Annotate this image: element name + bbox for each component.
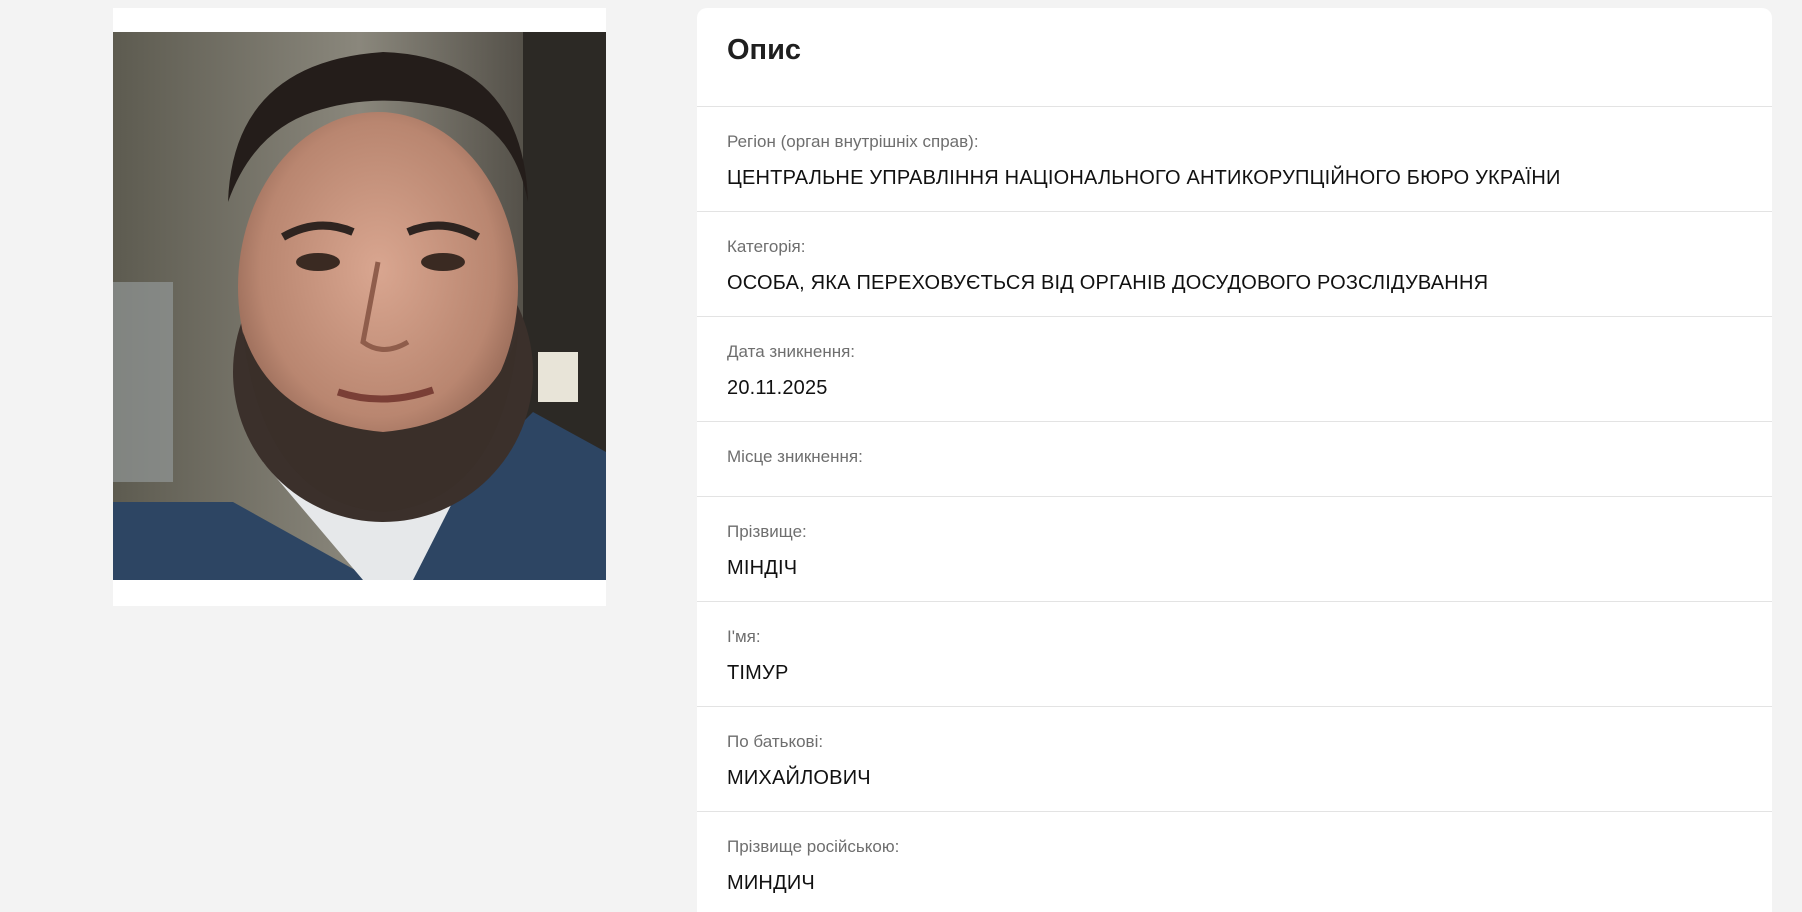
field-disappearance-date: Дата зникнення: 20.11.2025 [697,317,1772,422]
field-region-label: Регіон (орган внутрішніх справ): [727,132,979,151]
field-surname-russian: Прізвище російською: МИНДИЧ [697,812,1772,912]
field-category: Категорія: ОСОБА, ЯКА ПЕРЕХОВУЄТЬСЯ ВІД … [697,212,1772,317]
person-photo-illustration [113,32,606,580]
field-surname: Прізвище: МІНДІЧ [697,497,1772,602]
photo-frame [113,8,606,606]
field-surname-russian-value: МИНДИЧ [727,872,815,894]
field-patronymic-value: МИХАЙЛОВИЧ [727,767,871,789]
field-patronymic-label: По батькові: [727,732,824,751]
description-title: Опис [727,33,802,66]
field-disappearance-place-label: Місце зникнення: [727,447,863,466]
description-header: Опис [697,8,1772,107]
field-region-value: ЦЕНТРАЛЬНЕ УПРАВЛІННЯ НАЦІОНАЛЬНОГО АНТИ… [727,167,1561,189]
field-disappearance-place: Місце зникнення: [697,422,1772,497]
field-surname-value: МІНДІЧ [727,557,798,579]
wanted-person-page: Опис Регіон (орган внутрішніх справ): ЦЕ… [0,0,1802,912]
field-first-name-label: І'мя: [727,627,761,646]
field-disappearance-date-label: Дата зникнення: [727,342,856,361]
field-first-name: І'мя: ТІМУР [697,602,1772,707]
description-card: Опис Регіон (орган внутрішніх справ): ЦЕ… [697,8,1772,912]
field-region: Регіон (орган внутрішніх справ): ЦЕНТРАЛ… [697,107,1772,212]
person-photo[interactable] [113,32,606,580]
field-first-name-value: ТІМУР [727,662,789,684]
field-category-value: ОСОБА, ЯКА ПЕРЕХОВУЄТЬСЯ ВІД ОРГАНІВ ДОС… [727,272,1489,294]
field-disappearance-date-value: 20.11.2025 [727,377,828,399]
field-surname-russian-label: Прізвище російською: [727,837,900,856]
field-surname-label: Прізвище: [727,522,807,541]
field-patronymic: По батькові: МИХАЙЛОВИЧ [697,707,1772,812]
field-category-label: Категорія: [727,237,806,256]
